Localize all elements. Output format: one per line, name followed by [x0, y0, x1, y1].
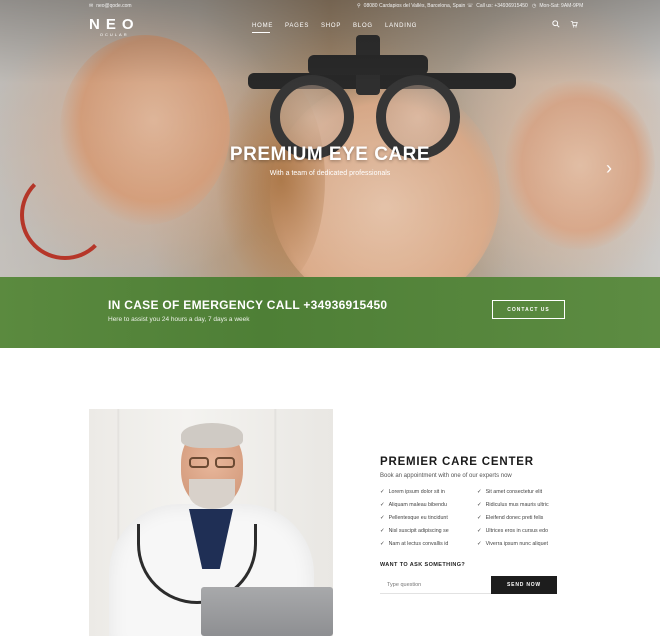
laptop-icon — [201, 587, 333, 636]
check-icon: ✓ — [477, 489, 482, 495]
list-item: ✓ Nam at lectus convallis id — [380, 541, 448, 547]
topbar-address: ⚲ 08080 Cardapios del Vallès, Barcelona,… — [357, 3, 465, 9]
list-item: ✓ Ultrices eros in cursus edo — [477, 528, 548, 534]
care-title: PREMIER CARE CENTER — [380, 456, 534, 468]
logo-main-text: NEO — [89, 16, 140, 33]
contact-us-button[interactable]: CONTACT US — [492, 300, 565, 319]
topbar-phone-text: Call us: +34936915450 — [476, 3, 528, 9]
list-item: ✓ Sit amet consectetur elit — [477, 489, 542, 495]
list-item: ✓ Aliquam maleau bibendu — [380, 502, 447, 508]
feature-text: Pellentesque eu tincidunt — [388, 515, 448, 521]
envelope-icon: ✉ — [89, 3, 94, 9]
feature-text: Nisl suscipit adipiscing se — [388, 528, 449, 534]
feature-text: Viverra ipsum nunc aliquet — [485, 541, 548, 547]
search-icon[interactable] — [552, 20, 560, 30]
list-item: ✓ Lorem ipsum dolor sit in — [380, 489, 445, 495]
list-item: ✓ Pellentesque eu tincidunt — [380, 515, 448, 521]
top-info-bar: ✉ neo@qode.com ⚲ 08080 Cardapios del Val… — [0, 0, 660, 12]
check-icon: ✓ — [380, 515, 385, 521]
site-logo[interactable]: NEO OCULAR — [89, 16, 140, 37]
list-item: ✓ Ridiculus mus mauris ultric — [477, 502, 549, 508]
emergency-subtitle: Here to assist you 24 hours a day, 7 day… — [108, 316, 250, 323]
feature-text: Aliquam maleau bibendu — [388, 502, 447, 508]
map-pin-icon: ⚲ — [357, 3, 361, 9]
check-icon: ✓ — [380, 489, 385, 495]
emergency-banner: IN CASE OF EMERGENCY CALL +34936915450 H… — [0, 277, 660, 348]
topbar-hours: ◷ Mon-Sat: 9AM-9PM — [532, 3, 583, 9]
feature-text: Ridiculus mus mauris ultric — [485, 502, 549, 508]
ask-label: WANT TO ASK SOMETHING? — [380, 562, 466, 568]
glasses-icon — [187, 457, 239, 469]
topbar-address-text: 08080 Cardapios del Vallès, Barcelona, S… — [363, 3, 466, 9]
topbar-hours-text: Mon-Sat: 9AM-9PM — [539, 3, 584, 9]
send-now-button[interactable]: SEND NOW — [491, 576, 557, 594]
phone-icon: ☏ — [467, 3, 474, 9]
list-item: ✓ Nisl suscipit adipiscing se — [380, 528, 449, 534]
feature-text: Eleifend donec preti felis — [485, 515, 544, 521]
doctor-hair — [181, 423, 243, 448]
topbar-email[interactable]: ✉ neo@qode.com — [89, 3, 132, 9]
check-icon: ✓ — [477, 515, 482, 521]
question-input[interactable] — [380, 576, 491, 594]
check-icon: ✓ — [380, 528, 385, 534]
topbar-phone[interactable]: ☏ Call us: +34936915450 — [467, 3, 528, 9]
list-item: ✓ Viverra ipsum nunc aliquet — [477, 541, 548, 547]
feature-text: Nam at lectus convallis id — [388, 541, 449, 547]
doctor-photo — [89, 409, 333, 636]
feature-text: Lorem ipsum dolor sit in — [388, 489, 445, 495]
feature-text: Ultrices eros in cursus edo — [485, 528, 549, 534]
check-icon: ✓ — [477, 528, 482, 534]
list-item: ✓ Eleifend donec preti felis — [477, 515, 543, 521]
check-icon: ✓ — [477, 502, 482, 508]
nav-item-landing[interactable]: LANDING — [385, 23, 417, 29]
nav-item-blog[interactable]: BLOG — [353, 23, 373, 29]
topbar-email-text: neo@qode.com — [96, 3, 132, 9]
check-icon: ✓ — [477, 541, 482, 547]
check-icon: ✓ — [380, 541, 385, 547]
doctor-beard — [189, 479, 235, 509]
check-icon: ✓ — [380, 502, 385, 508]
nav-item-shop[interactable]: SHOP — [321, 23, 341, 29]
nav-active-indicator — [252, 32, 270, 33]
hero-subtitle: With a team of dedicated professionals — [269, 170, 391, 177]
care-subtitle: Book an appointment with one of our expe… — [380, 473, 512, 479]
nav-item-home[interactable]: HOME — [252, 23, 273, 29]
hero-title: PREMIUM EYE CARE — [229, 144, 431, 165]
cart-icon[interactable] — [570, 20, 578, 30]
nav-item-pages[interactable]: PAGES — [285, 23, 309, 29]
hero-section: ✉ neo@qode.com ⚲ 08080 Cardapios del Val… — [0, 0, 660, 277]
feature-text: Sit amet consectetur elit — [485, 489, 543, 495]
clock-icon: ◷ — [532, 3, 537, 9]
hero-overlay — [0, 0, 660, 277]
emergency-title: IN CASE OF EMERGENCY CALL +34936915450 — [108, 298, 388, 312]
